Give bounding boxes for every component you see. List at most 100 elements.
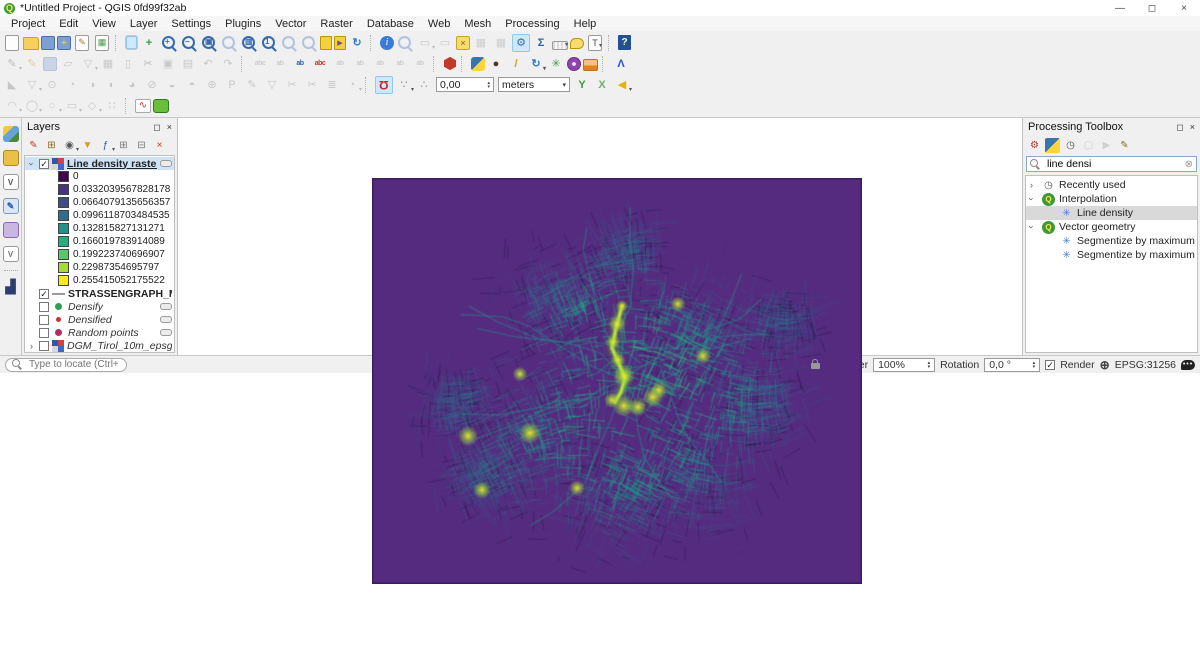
restore-button[interactable]: ◻ — [1136, 0, 1168, 16]
menu-view[interactable]: View — [85, 18, 123, 30]
add-part[interactable]: ⊘ — [143, 76, 161, 94]
trim-extend[interactable]: ≣ — [323, 76, 341, 94]
zoom-last[interactable] — [280, 34, 298, 52]
toolbar-button[interactable] — [461, 56, 467, 72]
python-console[interactable] — [471, 57, 485, 71]
layer-checkbox[interactable] — [39, 159, 49, 169]
plugin-bug-report[interactable]: ● — [487, 55, 505, 73]
dock-icon[interactable] — [4, 270, 18, 271]
edit-features-in-place[interactable]: ▢ — [1081, 138, 1096, 153]
remove-layer[interactable]: × — [152, 138, 167, 153]
collapse-all[interactable]: ⊟ — [134, 138, 149, 153]
expand-chevron[interactable] — [1030, 222, 1038, 232]
close-button[interactable]: × — [1168, 0, 1200, 16]
refresh-map[interactable]: ↻ — [348, 34, 366, 52]
new-print-layout[interactable]: ✎ — [75, 35, 89, 51]
undo[interactable]: ↶ — [199, 55, 217, 73]
float-panel-icon[interactable]: ◻ — [153, 122, 160, 133]
processing-toolbox-toggle[interactable]: ⚙ — [512, 34, 530, 52]
menu-layer[interactable]: Layer — [123, 18, 165, 30]
add-ellipse[interactable]: ○ — [43, 97, 61, 115]
paste-features[interactable]: ▤ — [179, 55, 197, 73]
plugin-image[interactable] — [583, 59, 598, 71]
toolbox-alg-segmentize-distance[interactable]: Segmentize by maximum distance — [1026, 248, 1197, 262]
help-contents[interactable]: ? — [618, 35, 631, 50]
zoom-native-resolution[interactable]: 1 — [260, 34, 278, 52]
expand-chevron[interactable] — [1030, 194, 1038, 204]
copy-move-feature[interactable]: ◔ — [63, 76, 81, 94]
plugin-green-layer[interactable] — [153, 99, 169, 113]
layer-row[interactable]: DGM_Tirol_10m_epsg31254 — [25, 339, 174, 352]
deselect-features[interactable]: ▭ — [436, 34, 454, 52]
pan-to-selection[interactable]: + — [140, 34, 158, 52]
merge-features[interactable]: ✂ — [303, 76, 321, 94]
rotate-point-symbols[interactable]: ◔ — [343, 76, 361, 94]
topological-editing[interactable]: Y — [573, 76, 591, 94]
change-label-properties[interactable]: ab — [411, 55, 429, 73]
expand-chevron[interactable] — [27, 159, 36, 169]
split-parts[interactable]: ✂ — [283, 76, 301, 94]
crs-status[interactable]: EPSG:31256 — [1115, 359, 1176, 371]
plugin-green-star[interactable]: ✳ — [547, 55, 565, 73]
float-panel-icon[interactable]: ◻ — [1176, 122, 1183, 133]
show-hide-labels[interactable]: ab — [331, 55, 349, 73]
layer-checkbox[interactable] — [39, 328, 49, 338]
toolbar-button[interactable] — [365, 77, 371, 93]
rotation-input[interactable]: 0,0 °▴▾ — [984, 358, 1040, 372]
layer-row-line-density-raster[interactable]: Line density raster — [25, 157, 174, 170]
add-rectangle[interactable]: ▭ — [63, 97, 81, 115]
lambda-plugin[interactable]: Λ — [612, 55, 630, 73]
data-source-manager[interactable] — [3, 126, 19, 142]
locator-input[interactable] — [27, 358, 120, 371]
render-checkbox[interactable] — [1045, 360, 1055, 370]
change-label[interactable]: ab — [391, 55, 409, 73]
statistics-dock[interactable]: ▟ — [3, 279, 19, 295]
map-tips[interactable] — [570, 38, 584, 49]
layer-checkbox[interactable] — [39, 341, 49, 351]
menu-vector[interactable]: Vector — [268, 18, 313, 30]
toolbox-group-recently-used[interactable]: Recently used — [1026, 178, 1197, 192]
close-panel-icon[interactable]: × — [1190, 122, 1195, 133]
toolbar-button[interactable] — [433, 56, 439, 72]
menu-raster[interactable]: Raster — [313, 18, 359, 30]
filter-legend[interactable]: ▼ — [80, 138, 95, 153]
python-scripts[interactable] — [1045, 138, 1060, 153]
crs-globe-icon[interactable]: ⊕ — [1100, 358, 1110, 372]
text-annotation[interactable]: T — [588, 35, 602, 51]
menu-project[interactable]: Project — [4, 18, 52, 30]
expand-chevron[interactable] — [27, 341, 36, 351]
split-features[interactable]: ▽ — [263, 76, 281, 94]
layer-checkbox[interactable] — [39, 302, 49, 312]
zoom-to-layer[interactable]: ▥ — [240, 34, 258, 52]
open-project[interactable] — [23, 37, 39, 50]
toolbox-group-interpolation[interactable]: Interpolation — [1026, 192, 1197, 206]
menu-settings[interactable]: Settings — [164, 18, 218, 30]
menu-database[interactable]: Database — [360, 18, 421, 30]
select-features-by-value[interactable] — [396, 34, 414, 52]
zoom-in[interactable]: + — [160, 34, 178, 52]
avoid-overlap[interactable]: ◀ — [613, 76, 631, 94]
add-vector-layer[interactable] — [3, 150, 19, 166]
layer-checkbox[interactable] — [39, 315, 49, 325]
zoom-full-extent[interactable]: ▣ — [200, 34, 218, 52]
pan-map[interactable] — [125, 35, 138, 50]
close-panel-icon[interactable]: × — [167, 122, 172, 133]
new-geopackage-layer[interactable]: ✎ — [3, 198, 19, 214]
save-project-as[interactable]: + — [57, 36, 71, 50]
results-viewer[interactable]: ▶ — [1099, 138, 1114, 153]
add-feature[interactable]: ▱ — [59, 55, 77, 73]
layer-checkbox[interactable] — [39, 289, 49, 299]
offset-curve[interactable]: P — [223, 76, 241, 94]
move-feature[interactable]: ⊙ — [43, 76, 61, 94]
toolbar-button[interactable] — [602, 56, 608, 72]
magnifier-input[interactable]: 100%▴▾ — [873, 358, 935, 372]
snapping-type[interactable]: ∵ — [395, 76, 413, 94]
layer-labeling-options[interactable]: abc — [251, 55, 269, 73]
plugin-tool[interactable]: / — [507, 55, 525, 73]
toolbar-button[interactable] — [115, 35, 121, 51]
add-group[interactable]: ⊞ — [44, 138, 59, 153]
toolbar-button[interactable] — [370, 35, 376, 51]
clear-search-icon[interactable]: ⊗ — [1185, 159, 1193, 170]
rotate-feature[interactable]: ◑ — [83, 76, 101, 94]
processing-search-input[interactable] — [1045, 157, 1181, 171]
